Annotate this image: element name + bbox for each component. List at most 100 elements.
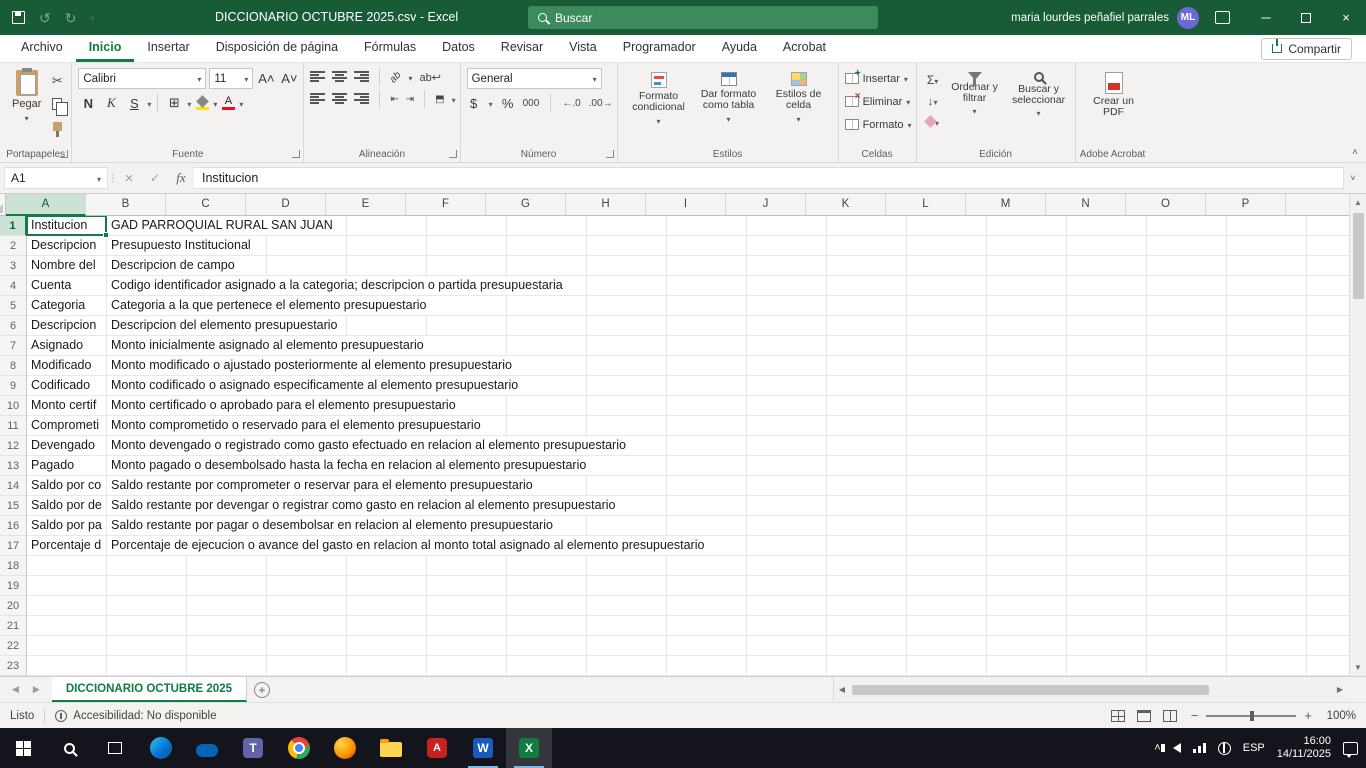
new-sheet-button[interactable]: + — [247, 677, 277, 702]
row-header-21[interactable]: 21 — [0, 616, 27, 636]
horizontal-scrollbar[interactable]: ◀ ▶ — [833, 677, 1348, 702]
clipboard-dialog-launcher-icon[interactable] — [60, 150, 68, 158]
tab-revisar[interactable]: Revisar — [488, 35, 556, 62]
autosum-button[interactable]: Σ — [923, 70, 943, 89]
word-button[interactable]: W — [460, 728, 506, 768]
share-button[interactable]: Compartir — [1261, 38, 1352, 60]
cell-B4[interactable]: Codigo identificador asignado a la categ… — [107, 276, 567, 295]
minimize-button[interactable]: ─ — [1246, 0, 1286, 35]
scroll-right-icon[interactable]: ▶ — [1332, 685, 1348, 694]
cell-B3[interactable]: Descripcion de campo — [107, 256, 239, 275]
comma-format-button[interactable]: 000 — [523, 98, 540, 109]
cell-A9[interactable]: Codificado — [27, 376, 106, 395]
fill-button[interactable]: ↓ — [923, 91, 943, 110]
row-header-1[interactable]: 1 — [0, 216, 27, 236]
row-header-8[interactable]: 8 — [0, 356, 27, 376]
bold-button[interactable]: N — [78, 93, 98, 113]
row-cells-21[interactable] — [27, 616, 1366, 636]
select-all-corner[interactable] — [0, 194, 6, 216]
column-header-G[interactable]: G — [486, 194, 566, 216]
cell-A8[interactable]: Modificado — [27, 356, 106, 375]
insert-cells-button[interactable]: Insertar — [845, 68, 908, 89]
action-center-icon[interactable] — [1343, 742, 1358, 755]
increase-font-icon[interactable]: A˄ — [256, 69, 276, 89]
align-left-icon[interactable] — [310, 93, 325, 105]
row-cells-10[interactable]: Monto certifMonto certificado o aprobado… — [27, 396, 1366, 416]
format-as-table-button[interactable]: Dar formato como tabla — [694, 68, 764, 125]
scroll-up-icon[interactable]: ▲ — [1350, 194, 1366, 211]
column-header-D[interactable]: D — [246, 194, 326, 216]
row-header-9[interactable]: 9 — [0, 376, 27, 396]
row-cells-22[interactable] — [27, 636, 1366, 656]
align-top-icon[interactable] — [310, 71, 325, 83]
column-header-C[interactable]: C — [166, 194, 246, 216]
cell-B11[interactable]: Monto comprometido o reservado para el e… — [107, 416, 485, 435]
column-header-F[interactable]: F — [406, 194, 486, 216]
tab-vista[interactable]: Vista — [556, 35, 610, 62]
vertical-scroll-thumb[interactable] — [1353, 213, 1364, 299]
cell-B5[interactable]: Categoria a la que pertenece el elemento… — [107, 296, 431, 315]
search-box[interactable]: Buscar — [528, 6, 878, 29]
column-header-J[interactable]: J — [726, 194, 806, 216]
column-header-K[interactable]: K — [806, 194, 886, 216]
font-color-button[interactable]: A — [220, 96, 236, 110]
tab-acrobat[interactable]: Acrobat — [770, 35, 839, 62]
sheet-tab-active[interactable]: DICCIONARIO OCTUBRE 2025 — [52, 677, 247, 702]
globe-icon[interactable] — [1218, 742, 1231, 755]
next-sheet-icon[interactable]: ▶ — [33, 684, 40, 695]
formula-bar-splitter[interactable]: ⋮ — [108, 173, 116, 184]
row-cells-12[interactable]: DevengadoMonto devengado o registrado co… — [27, 436, 1366, 456]
row-cells-8[interactable]: ModificadoMonto modificado o ajustado po… — [27, 356, 1366, 376]
cell-B8[interactable]: Monto modificado o ajustado posteriormen… — [107, 356, 516, 375]
row-header-13[interactable]: 13 — [0, 456, 27, 476]
row-cells-17[interactable]: Porcentaje dPorcentaje de ejecucion o av… — [27, 536, 1366, 556]
undo-icon[interactable]: ↺ — [39, 11, 51, 25]
page-layout-view-button[interactable] — [1137, 710, 1151, 722]
number-format-select[interactable]: General — [467, 68, 602, 89]
zoom-slider-thumb[interactable] — [1250, 711, 1254, 721]
cell-B14[interactable]: Saldo restante por comprometer o reserva… — [107, 476, 537, 495]
cell-B13[interactable]: Monto pagado o desembolsado hasta la fec… — [107, 456, 590, 475]
column-header-A[interactable]: A — [6, 194, 86, 216]
page-break-view-button[interactable] — [1163, 710, 1177, 722]
cell-A2[interactable]: Descripcion — [27, 236, 106, 255]
row-header-23[interactable]: 23 — [0, 656, 27, 676]
row-header-6[interactable]: 6 — [0, 316, 27, 336]
align-bottom-icon[interactable] — [354, 71, 369, 83]
insert-function-button[interactable] — [168, 167, 194, 189]
cell-B16[interactable]: Saldo restante por pagar o desembolsar e… — [107, 516, 557, 535]
borders-button[interactable]: ⊞ — [164, 93, 184, 113]
cell-B17[interactable]: Porcentaje de ejecucion o avance del gas… — [107, 536, 708, 555]
column-header-N[interactable]: N — [1046, 194, 1126, 216]
zoom-slider[interactable] — [1206, 715, 1296, 717]
cancel-button[interactable] — [116, 167, 142, 189]
name-box[interactable]: A1 — [4, 167, 108, 189]
cell-A17[interactable]: Porcentaje d — [27, 536, 106, 555]
row-cells-15[interactable]: Saldo por deSaldo restante por devengar … — [27, 496, 1366, 516]
row-header-19[interactable]: 19 — [0, 576, 27, 596]
zoom-in-button[interactable]: + — [1304, 708, 1312, 723]
cell-A7[interactable]: Asignado — [27, 336, 106, 355]
file-explorer-button[interactable] — [368, 728, 414, 768]
avatar[interactable]: ML — [1177, 7, 1199, 29]
column-header-M[interactable]: M — [966, 194, 1046, 216]
delete-cells-button[interactable]: Eliminar — [845, 91, 911, 112]
column-header-I[interactable]: I — [646, 194, 726, 216]
taskbar-search-button[interactable] — [46, 728, 92, 768]
cut-button[interactable] — [47, 71, 67, 90]
underline-button[interactable]: S — [124, 93, 144, 113]
vertical-scrollbar[interactable]: ▲ ▼ — [1349, 194, 1366, 676]
taskbar-clock[interactable]: 16:00 14/11/2025 — [1277, 735, 1331, 761]
font-size-select[interactable]: 11 — [209, 68, 253, 89]
tab-ayuda[interactable]: Ayuda — [709, 35, 770, 62]
firefox-button[interactable] — [322, 728, 368, 768]
language-indicator[interactable]: ESP — [1243, 742, 1265, 754]
row-cells-19[interactable] — [27, 576, 1366, 596]
row-cells-1[interactable]: InstitucionGAD PARROQUIAL RURAL SAN JUAN — [27, 216, 1366, 236]
row-header-16[interactable]: 16 — [0, 516, 27, 536]
conditional-formatting-button[interactable]: Formato condicional — [624, 68, 694, 127]
cell-B10[interactable]: Monto certificado o aprobado para el ele… — [107, 396, 460, 415]
column-header-H[interactable]: H — [566, 194, 646, 216]
cell-A16[interactable]: Saldo por pa — [27, 516, 106, 535]
cell-A5[interactable]: Categoria — [27, 296, 106, 315]
